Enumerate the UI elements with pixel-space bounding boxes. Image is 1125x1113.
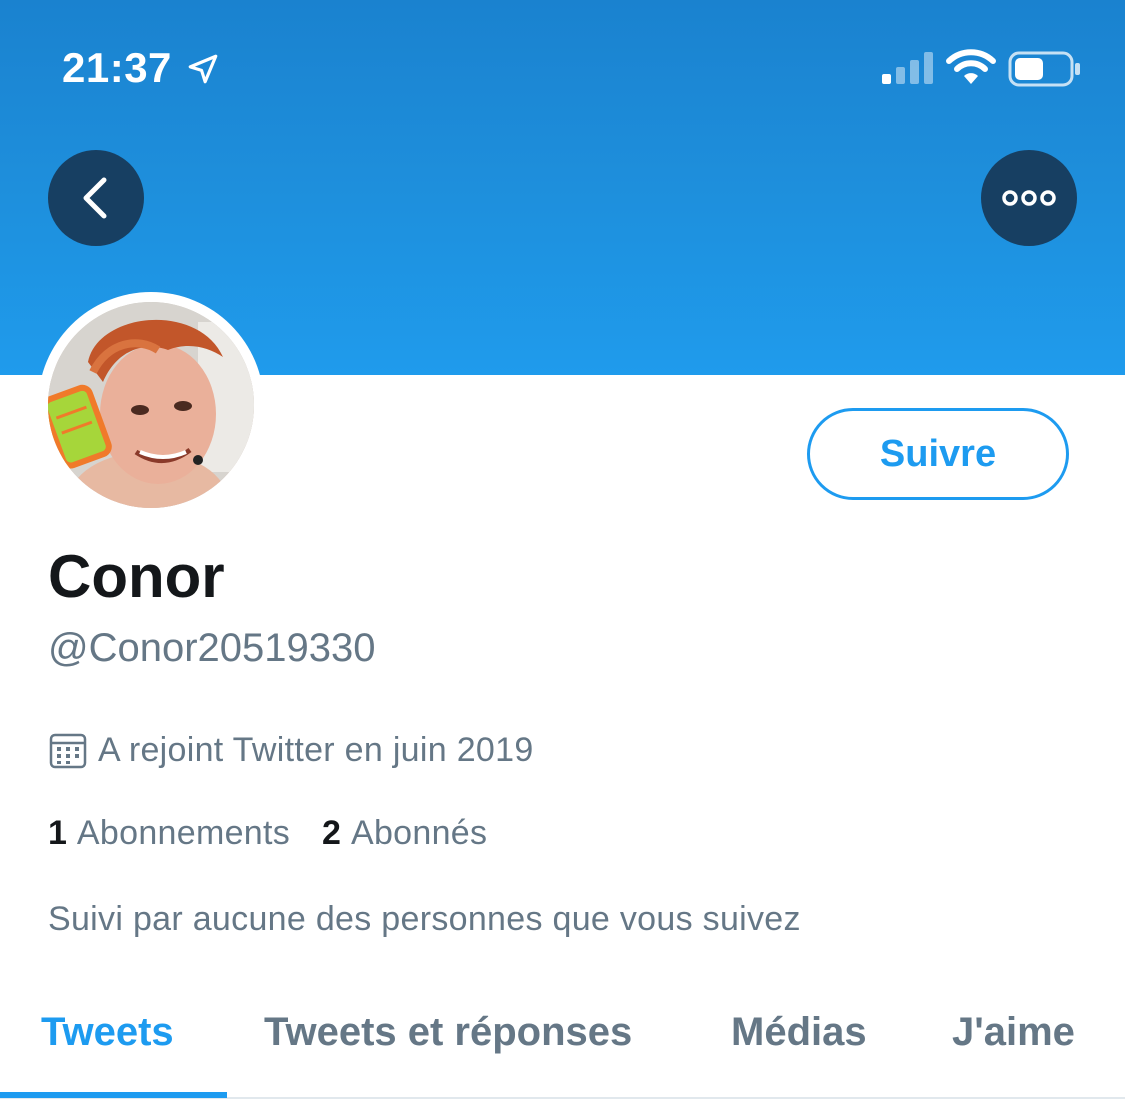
signal-icon <box>882 52 933 84</box>
avatar[interactable] <box>38 292 264 518</box>
user-handle: @Conor20519330 <box>48 626 376 670</box>
followed-by-text: Suivi par aucune des personnes que vous … <box>48 900 801 938</box>
avatar-photo <box>48 302 254 508</box>
followers-count: 2 <box>322 814 341 852</box>
followers-stat[interactable]: 2 Abonnés <box>322 814 487 853</box>
tab-tweets-and-replies[interactable]: Tweets et réponses <box>264 1010 632 1055</box>
profile-screen: 21:37 Suivre Conor @Conor20519330 A rejo… <box>0 0 1125 1113</box>
active-tab-indicator <box>0 1092 227 1098</box>
battery-icon <box>1008 51 1080 87</box>
joined-date-text: A rejoint Twitter en juin 2019 <box>98 730 534 769</box>
back-button[interactable] <box>48 150 144 246</box>
following-count: 1 <box>48 814 67 852</box>
status-time: 21:37 <box>62 44 172 91</box>
display-name: Conor <box>48 543 225 610</box>
joined-date-row: A rejoint Twitter en juin 2019 <box>48 730 534 770</box>
followers-label: Abonnés <box>350 814 488 852</box>
tab-media[interactable]: Médias <box>731 1010 867 1055</box>
follow-stats: 1 Abonnements 2 Abonnés <box>48 814 487 853</box>
following-stat[interactable]: 1 Abonnements <box>48 814 290 853</box>
tab-tweets[interactable]: Tweets <box>41 1010 174 1055</box>
tab-likes[interactable]: J'aime <box>952 1010 1075 1055</box>
more-options-button[interactable] <box>981 150 1077 246</box>
location-arrow-icon <box>188 54 218 84</box>
ellipsis-icon <box>1002 190 1056 206</box>
chevron-left-icon <box>83 177 107 219</box>
wifi-icon <box>946 49 996 84</box>
profile-tabs: Tweets Tweets et réponses Médias J'aime <box>0 1000 1125 1113</box>
calendar-icon <box>49 733 87 769</box>
following-label: Abonnements <box>76 814 291 852</box>
follow-button[interactable]: Suivre <box>807 408 1069 500</box>
